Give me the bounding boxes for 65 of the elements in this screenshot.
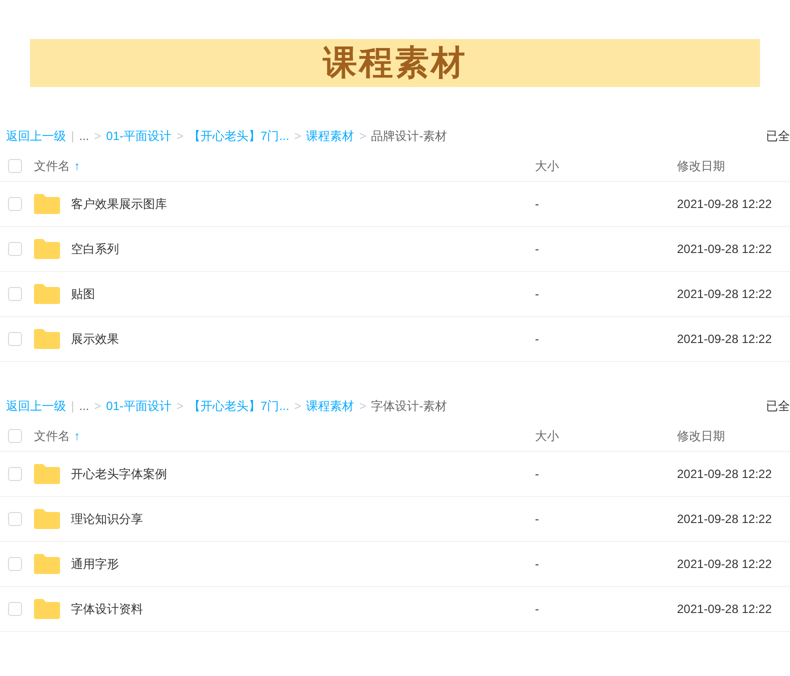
file-name[interactable]: 贴图: [71, 285, 95, 303]
select-all-text: 已全: [766, 128, 790, 145]
breadcrumb-text: 品牌设计-素材: [371, 128, 448, 145]
breadcrumb-separator: >: [176, 128, 184, 145]
banner-title: 课程素材: [323, 42, 467, 84]
checkbox[interactable]: [8, 602, 22, 616]
checkbox[interactable]: [8, 428, 22, 442]
folder-icon: [33, 193, 61, 215]
breadcrumb-separator: >: [294, 398, 302, 415]
modified-date: 2021-09-28 12:22: [677, 466, 772, 483]
checkbox[interactable]: [8, 287, 22, 301]
breadcrumb-separator: >: [176, 398, 184, 415]
file-name[interactable]: 开心老头字体案例: [71, 465, 167, 483]
file-name[interactable]: 字体设计资料: [71, 600, 143, 618]
column-header[interactable]: 文件名: [34, 156, 70, 174]
file-size: -: [535, 196, 540, 213]
file-name[interactable]: 空白系列: [71, 240, 119, 258]
breadcrumb-separator: >: [294, 128, 302, 145]
file-size: -: [535, 331, 540, 348]
column-header[interactable]: 文件名: [34, 426, 70, 444]
column-header[interactable]: 修改日期: [677, 156, 725, 174]
modified-date: 2021-09-28 12:22: [677, 331, 772, 348]
breadcrumb-separator: >: [94, 398, 102, 415]
checkbox[interactable]: [8, 557, 22, 571]
folder-icon: [33, 283, 61, 305]
breadcrumb-separator: >: [359, 398, 366, 415]
folder-icon: [33, 598, 61, 620]
breadcrumb-separator: |: [71, 398, 74, 415]
breadcrumb-separator: |: [71, 128, 74, 145]
checkbox[interactable]: [8, 332, 22, 346]
checkbox[interactable]: [8, 158, 22, 172]
select-all-text: 已全: [766, 398, 790, 415]
breadcrumb-separator: >: [359, 128, 366, 145]
folder-icon: [33, 238, 61, 260]
file-name[interactable]: 展示效果: [71, 330, 119, 348]
file-size: -: [535, 556, 540, 573]
modified-date: 2021-09-28 12:22: [677, 556, 772, 573]
file-name[interactable]: 通用字形: [71, 555, 119, 573]
breadcrumb-separator: >: [94, 128, 102, 145]
column-header[interactable]: 修改日期: [677, 426, 725, 444]
column-header[interactable]: 大小: [535, 426, 677, 444]
column-header[interactable]: 大小: [535, 156, 677, 174]
breadcrumb-text: 字体设计-素材: [371, 398, 448, 415]
modified-date: 2021-09-28 12:22: [677, 286, 772, 303]
checkbox[interactable]: [8, 467, 22, 481]
file-size: -: [535, 466, 540, 483]
folder-icon: [33, 328, 61, 350]
file-name[interactable]: 客户效果展示图库: [71, 195, 167, 213]
checkbox[interactable]: [8, 242, 22, 256]
folder-icon: [33, 553, 61, 575]
checkbox[interactable]: [8, 197, 22, 211]
modified-date: 2021-09-28 12:22: [677, 511, 772, 528]
folder-icon: [33, 463, 61, 485]
breadcrumb-text: ...: [79, 398, 90, 415]
folder-icon: [33, 508, 61, 530]
file-size: -: [535, 241, 540, 258]
file-size: -: [535, 286, 540, 303]
breadcrumb-text: ...: [79, 128, 90, 145]
file-size: -: [535, 511, 540, 528]
modified-date: 2021-09-28 12:22: [677, 241, 772, 258]
file-name[interactable]: 理论知识分享: [71, 510, 143, 528]
checkbox[interactable]: [8, 512, 22, 526]
modified-date: 2021-09-28 12:22: [677, 601, 772, 618]
modified-date: 2021-09-28 12:22: [677, 196, 772, 213]
file-size: -: [535, 601, 540, 618]
